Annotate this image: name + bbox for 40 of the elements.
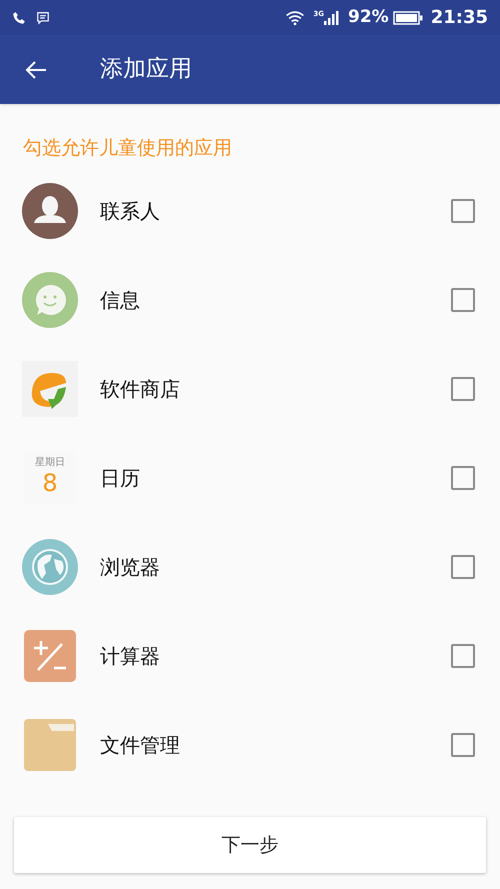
app-row[interactable]: 文件管理 [0, 700, 500, 790]
phone-icon [12, 10, 26, 24]
next-button[interactable]: 下一步 [14, 817, 486, 873]
app-row[interactable]: 星期日 8 日历 [0, 434, 500, 522]
battery-icon [392, 10, 423, 24]
checkbox[interactable] [451, 377, 475, 401]
checkbox[interactable] [451, 733, 475, 757]
app-row[interactable]: 联系人 [0, 166, 500, 256]
checkbox[interactable] [451, 555, 475, 579]
message-icon [36, 10, 50, 24]
page-title: 添加应用 [100, 55, 192, 84]
app-row[interactable]: 软件商店 [0, 344, 500, 434]
app-row[interactable]: 浏览器 [0, 522, 500, 612]
person-icon [22, 183, 78, 239]
calculator-icon [24, 630, 76, 682]
app-name: 软件商店 [100, 376, 181, 403]
store-icon [22, 361, 78, 417]
section-heading: 勾选允许儿童使用的应用 [23, 136, 232, 161]
checkbox[interactable] [451, 644, 475, 668]
app-name: 联系人 [100, 198, 161, 225]
back-arrow-icon [24, 60, 48, 80]
checkbox[interactable] [451, 199, 475, 223]
day-number: 8 [42, 468, 58, 498]
wifi-icon [285, 10, 306, 26]
app-name: 信息 [100, 287, 141, 314]
signal-icon [324, 10, 340, 24]
app-name: 日历 [100, 465, 141, 492]
clock: 21:35 [430, 6, 488, 30]
folder-icon [24, 719, 76, 771]
app-name: 计算器 [100, 643, 161, 670]
checkbox[interactable] [451, 466, 475, 490]
app-row[interactable]: 信息 [0, 256, 500, 344]
weekday-label: 星期日 [35, 458, 65, 468]
chat-smile-icon [22, 272, 78, 328]
app-name: 文件管理 [100, 732, 181, 759]
app-name: 浏览器 [100, 554, 161, 581]
battery-percent: 92% [348, 6, 389, 29]
globe-icon [22, 539, 78, 595]
checkbox[interactable] [451, 288, 475, 312]
app-row[interactable]: 计算器 [0, 612, 500, 700]
